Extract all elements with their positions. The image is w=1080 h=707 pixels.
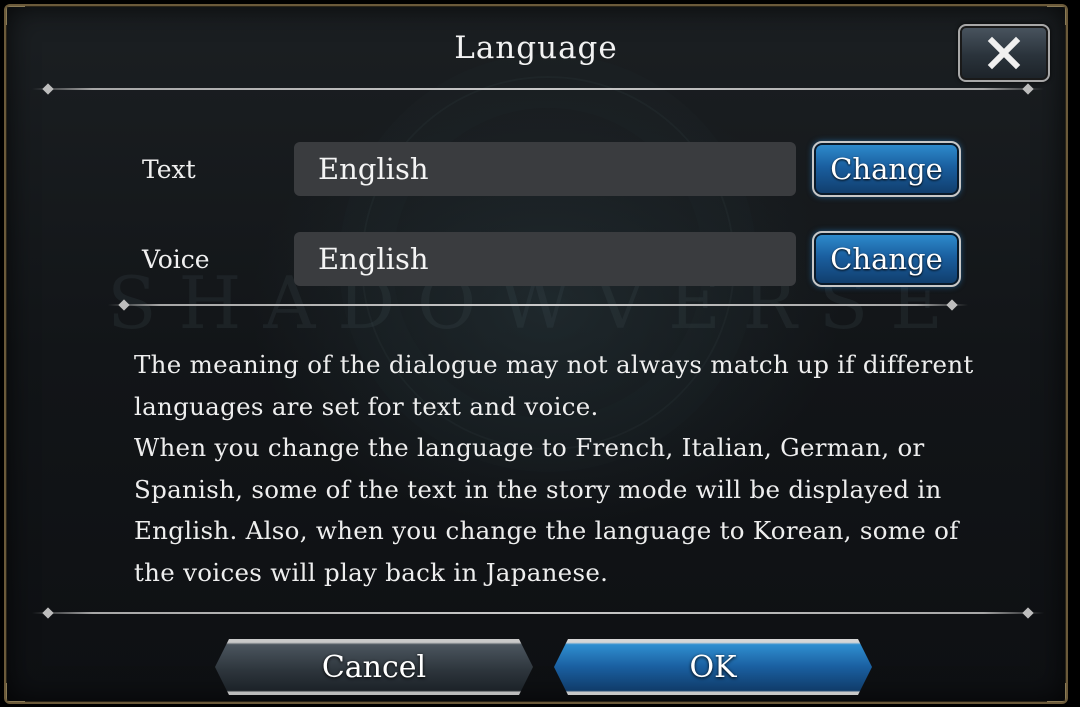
text-language-label: Text: [142, 155, 196, 184]
notice-paragraph: The meaning of the dialogue may not alwa…: [134, 350, 974, 421]
frame-corner: [6, 6, 25, 25]
language-dialog: SHADOWVERSE Language Text English Change…: [4, 4, 1068, 704]
voice-language-label: Voice: [142, 245, 210, 274]
language-notice: The meaning of the dialogue may not alwa…: [134, 344, 974, 593]
text-language-field: English: [294, 142, 796, 196]
cancel-button[interactable]: Cancel: [215, 639, 533, 695]
close-icon: [987, 36, 1021, 70]
frame-corner: [1047, 6, 1066, 25]
dialog-title: Language: [454, 30, 618, 66]
close-button[interactable]: [958, 24, 1050, 82]
footer-divider: [32, 612, 1044, 614]
change-text-language-button[interactable]: Change: [812, 141, 961, 197]
notice-paragraph: When you change the language to French, …: [134, 433, 959, 587]
settings-divider: [108, 304, 968, 306]
frame-corner: [6, 683, 25, 702]
frame-corner: [1047, 683, 1066, 702]
change-voice-language-button[interactable]: Change: [812, 231, 961, 287]
header-divider: [32, 88, 1044, 90]
voice-language-field: English: [294, 232, 796, 286]
ok-button[interactable]: OK: [554, 639, 872, 695]
